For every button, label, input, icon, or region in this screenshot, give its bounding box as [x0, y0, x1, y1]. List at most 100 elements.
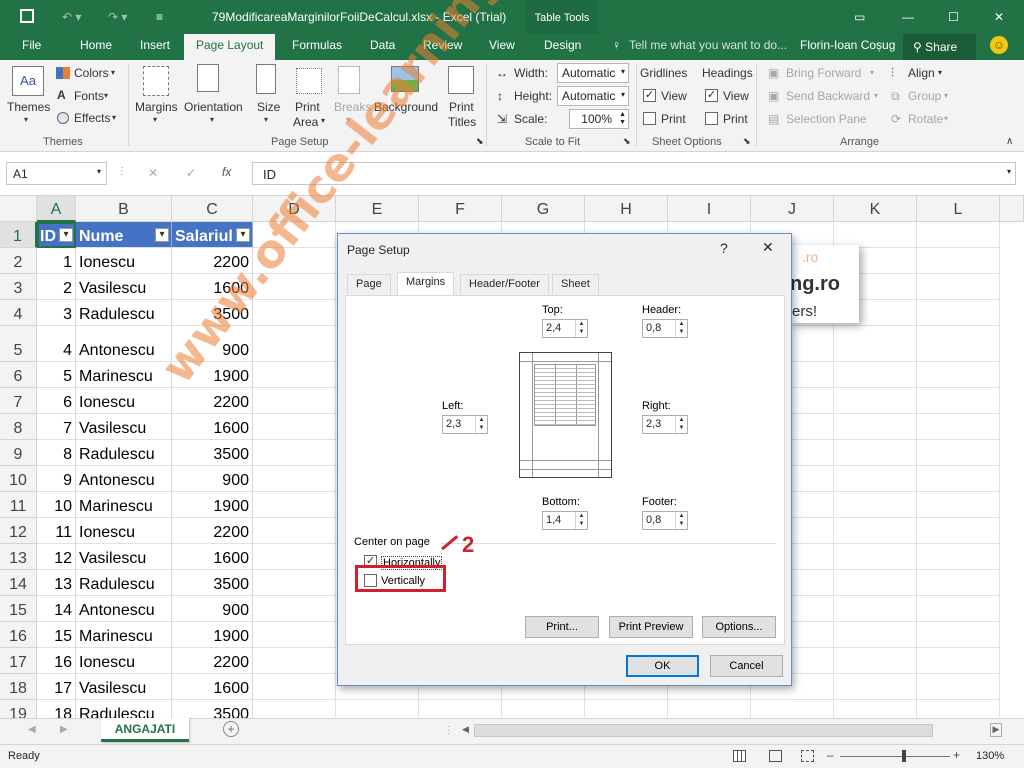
ok-button[interactable]: OK: [626, 655, 699, 677]
empty-cell[interactable]: [917, 622, 1000, 648]
zoom-in-icon[interactable]: +: [953, 748, 960, 762]
row-header[interactable]: 9: [0, 440, 37, 466]
zoom-level[interactable]: 130%: [976, 750, 1004, 762]
sheet-options-launcher-icon[interactable]: ⬊: [743, 136, 751, 147]
empty-cell[interactable]: [253, 362, 336, 388]
table-cell[interactable]: 2: [37, 274, 76, 300]
table-cell[interactable]: Ionescu: [76, 248, 172, 274]
empty-cell[interactable]: [502, 700, 585, 718]
horizontal-scrollbar[interactable]: [474, 724, 933, 737]
print-area-label-2[interactable]: Area: [293, 115, 318, 129]
table-cell[interactable]: Marinescu: [76, 492, 172, 518]
row-header[interactable]: 3: [0, 274, 37, 300]
empty-cell[interactable]: [917, 700, 1000, 718]
table-header-cell[interactable]: Nume ▾: [76, 222, 172, 248]
orientation-button[interactable]: Orientation: [184, 100, 243, 114]
table-cell[interactable]: 10: [37, 492, 76, 518]
row-header[interactable]: 5: [0, 326, 37, 362]
row-header[interactable]: 14: [0, 570, 37, 596]
empty-cell[interactable]: [917, 648, 1000, 674]
table-cell[interactable]: 1600: [172, 274, 253, 300]
empty-cell[interactable]: [751, 700, 834, 718]
empty-cell[interactable]: [917, 570, 1000, 596]
table-cell[interactable]: Vasilescu: [76, 274, 172, 300]
page-layout-view-icon[interactable]: [769, 750, 782, 762]
scale-launcher-icon[interactable]: ⬊: [623, 136, 631, 147]
empty-cell[interactable]: [668, 700, 751, 718]
table-cell[interactable]: 9: [37, 466, 76, 492]
empty-cell[interactable]: [834, 326, 917, 362]
filter-dropdown-icon[interactable]: ▾: [155, 228, 169, 242]
empty-cell[interactable]: [834, 700, 917, 718]
table-cell[interactable]: Ionescu: [76, 388, 172, 414]
empty-cell[interactable]: [917, 300, 1000, 326]
row-header[interactable]: 1: [0, 222, 37, 248]
scroll-left-icon[interactable]: ◀: [28, 724, 36, 735]
empty-cell[interactable]: [917, 544, 1000, 570]
column-header-d[interactable]: D: [253, 196, 336, 222]
headings-print-checkbox[interactable]: [705, 112, 718, 125]
tab-home[interactable]: Home: [78, 38, 114, 52]
print-titles-label-1[interactable]: Print: [449, 100, 474, 114]
page-setup-launcher-icon[interactable]: ⬊: [476, 136, 484, 147]
empty-cell[interactable]: [917, 596, 1000, 622]
empty-cell[interactable]: [253, 622, 336, 648]
empty-cell[interactable]: [917, 466, 1000, 492]
column-header-a[interactable]: A: [37, 196, 76, 222]
spin-arrows-icon[interactable]: ▲ ▼: [675, 416, 687, 433]
table-cell[interactable]: 5: [37, 362, 76, 388]
column-header-l[interactable]: L: [917, 196, 1000, 222]
empty-cell[interactable]: [253, 388, 336, 414]
tell-me-input[interactable]: Tell me what you want to do...: [627, 38, 789, 52]
empty-cell[interactable]: [917, 414, 1000, 440]
table-cell[interactable]: 1900: [172, 622, 253, 648]
table-cell[interactable]: 1900: [172, 492, 253, 518]
row-header[interactable]: 15: [0, 596, 37, 622]
empty-cell[interactable]: [336, 700, 419, 718]
spin-arrows-icon[interactable]: ▲ ▼: [675, 320, 687, 337]
hscroll-left-icon[interactable]: ◀: [462, 724, 469, 735]
spin-arrows-icon[interactable]: ▲ ▼: [575, 320, 587, 337]
scale-spinner[interactable]: 100% ▲ ▼: [569, 109, 629, 129]
sheet-tab-angajati[interactable]: ANGAJATI: [101, 718, 189, 742]
empty-cell[interactable]: [917, 274, 1000, 300]
table-cell[interactable]: 1: [37, 248, 76, 274]
filter-dropdown-icon[interactable]: ▾: [59, 228, 73, 242]
row-header[interactable]: 6: [0, 362, 37, 388]
zoom-out-icon[interactable]: –: [827, 748, 834, 762]
empty-cell[interactable]: [834, 518, 917, 544]
tab-review[interactable]: Review: [421, 38, 464, 52]
table-cell[interactable]: 6: [37, 388, 76, 414]
tab-view[interactable]: View: [487, 38, 517, 52]
normal-view-icon[interactable]: [733, 750, 746, 762]
empty-cell[interactable]: [253, 222, 336, 248]
table-cell[interactable]: Antonescu: [76, 466, 172, 492]
tab-margins[interactable]: Margins: [397, 272, 455, 296]
row-header[interactable]: 4: [0, 300, 37, 326]
table-cell[interactable]: 1900: [172, 362, 253, 388]
print-preview-button[interactable]: Print Preview: [609, 616, 693, 638]
background-button[interactable]: Background: [374, 100, 438, 114]
table-header-cell[interactable]: Salariul ▾: [172, 222, 253, 248]
table-header-cell[interactable]: ID ▾: [37, 222, 76, 248]
empty-cell[interactable]: [834, 414, 917, 440]
table-cell[interactable]: 2200: [172, 518, 253, 544]
empty-cell[interactable]: [834, 492, 917, 518]
table-cell[interactable]: 16: [37, 648, 76, 674]
table-cell[interactable]: Ionescu: [76, 518, 172, 544]
spin-arrows-icon[interactable]: ▲ ▼: [675, 512, 687, 529]
tab-sheet[interactable]: Sheet: [552, 274, 599, 294]
empty-cell[interactable]: [834, 596, 917, 622]
insert-function-icon[interactable]: fx: [222, 165, 231, 179]
table-cell[interactable]: 8: [37, 440, 76, 466]
table-cell[interactable]: 2200: [172, 248, 253, 274]
collapse-ribbon-icon[interactable]: ∧: [1006, 136, 1013, 147]
empty-cell[interactable]: [253, 518, 336, 544]
left-spinner[interactable]: 2,3 ▲ ▼: [442, 415, 488, 434]
empty-cell[interactable]: [917, 222, 1000, 248]
empty-cell[interactable]: [253, 440, 336, 466]
table-cell[interactable]: 2200: [172, 648, 253, 674]
table-cell[interactable]: Antonescu: [76, 326, 172, 362]
empty-cell[interactable]: [253, 492, 336, 518]
header-spinner[interactable]: 0,8 ▲ ▼: [642, 319, 688, 338]
